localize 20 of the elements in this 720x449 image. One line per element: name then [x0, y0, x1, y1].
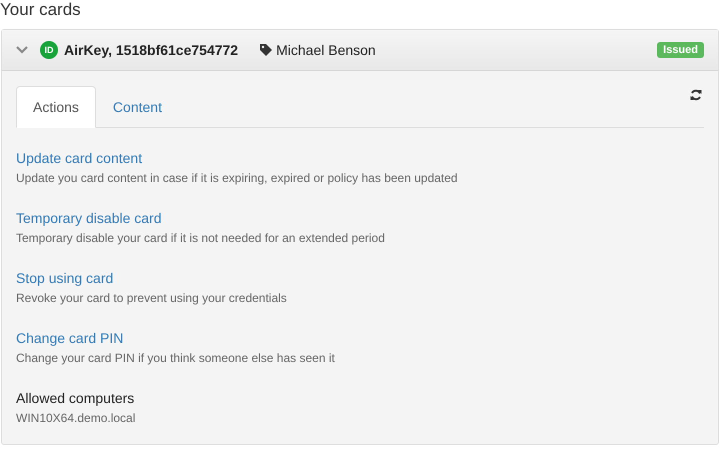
tab[interactable]: Actions: [16, 86, 96, 128]
action-link[interactable]: Update card content: [16, 148, 142, 168]
id-logo: ID: [40, 41, 58, 59]
item-description: Temporary disable your card if it is not needed for an extended period: [16, 230, 385, 247]
item-description: WIN10X64.demo.local: [16, 410, 136, 427]
page-heading: Your cards: [0, 0, 81, 21]
chevron-down-icon[interactable]: [16, 46, 28, 54]
card-name: AirKey, 1518bf61ce754772: [64, 42, 238, 58]
action-link[interactable]: Change card PIN: [16, 328, 124, 348]
action-link[interactable]: Temporary disable card: [16, 208, 162, 228]
action-link[interactable]: Stop using card: [16, 268, 114, 288]
section-label: Allowed computers: [16, 389, 134, 408]
item-description: Revoke your card to prevent using your credentials: [16, 290, 287, 307]
item-description: Change your card PIN if you think someone else has seen it: [16, 350, 335, 367]
item-description: Update you card content in case if it is expiring, expired or policy has been updated: [16, 170, 458, 187]
status-badge: Issued: [657, 42, 704, 58]
tag-icon: [260, 44, 272, 56]
card-owner: Michael Benson: [276, 42, 376, 58]
refresh-icon[interactable]: [690, 89, 702, 101]
tab[interactable]: Content: [96, 86, 179, 128]
